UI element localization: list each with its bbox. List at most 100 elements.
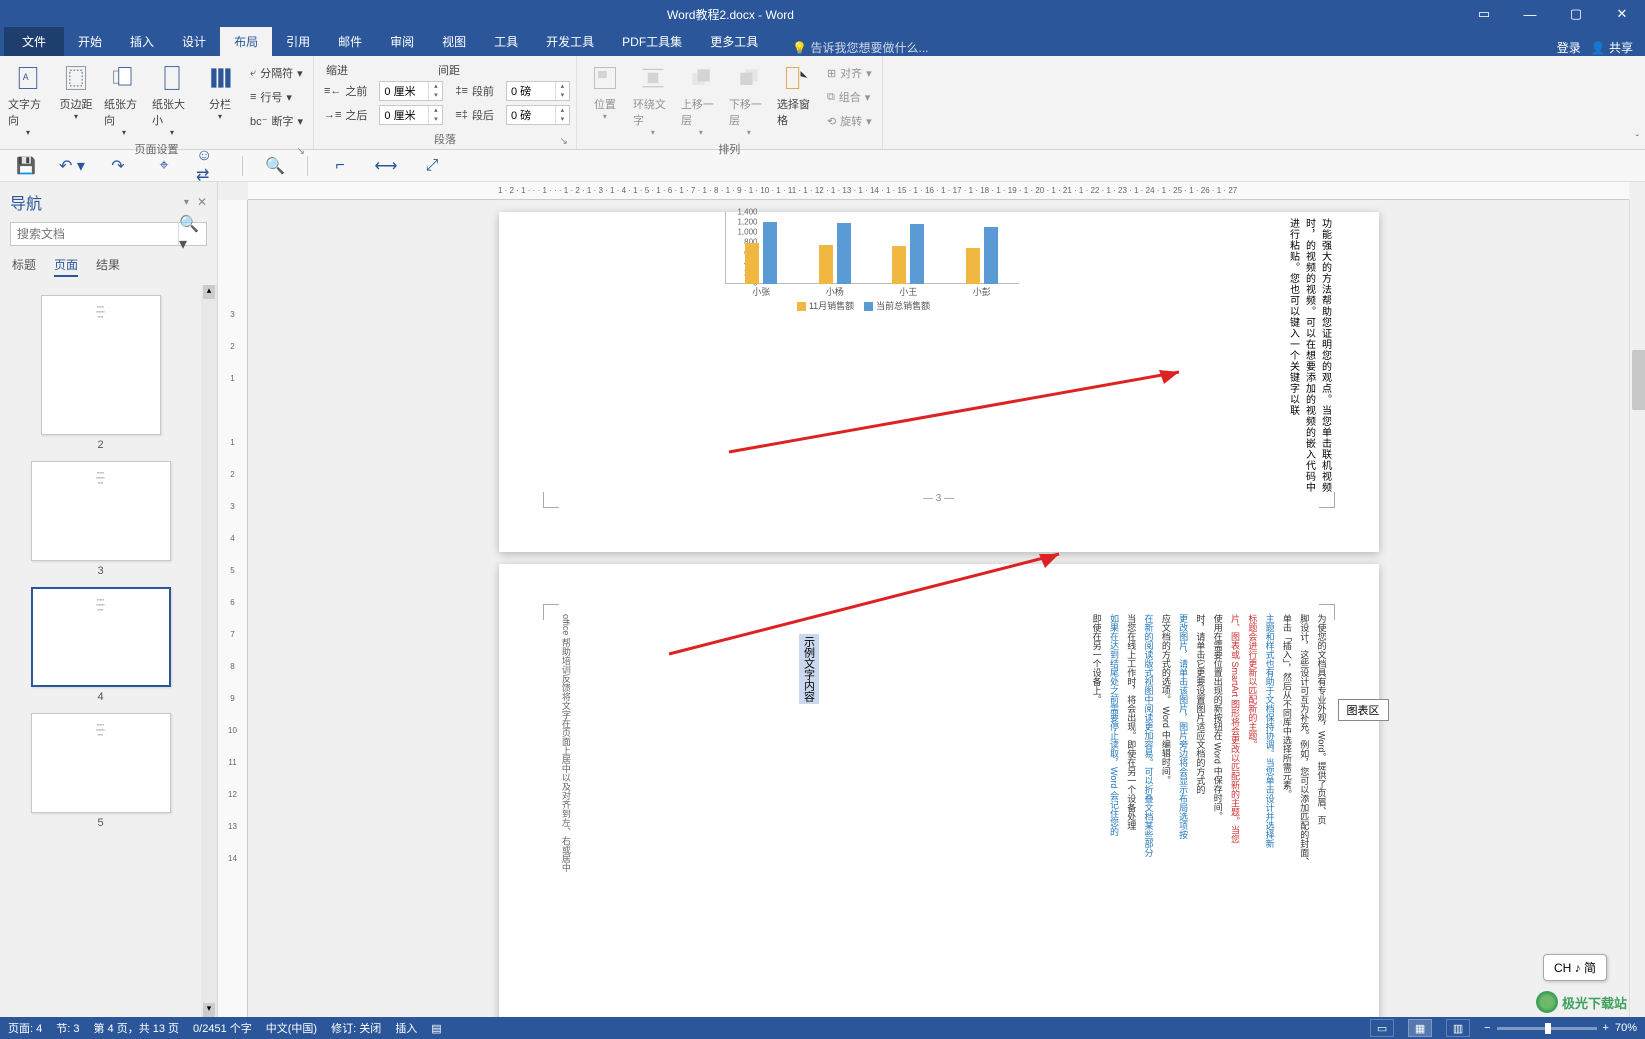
status-page[interactable]: 页面: 4	[8, 1020, 42, 1036]
position-button[interactable]: 位置▾	[583, 60, 627, 123]
collapse-ribbon-icon[interactable]: ˇ	[1636, 134, 1639, 145]
page-3[interactable]: 02004006008001,0001,2001,400小张小杨小王小彭11月销…	[499, 212, 1379, 552]
maximize-button[interactable]: ▢	[1553, 0, 1599, 28]
nav-tab-pages[interactable]: 页面	[54, 256, 78, 277]
login-link[interactable]: 登录	[1557, 39, 1581, 56]
tab-view[interactable]: 视图	[428, 27, 480, 56]
indent-right-input[interactable]: ▴▾	[379, 105, 443, 125]
vertical-scrollbar[interactable]	[1629, 200, 1645, 1017]
columns-button[interactable]: 分栏▾	[198, 60, 242, 123]
rotate-button[interactable]: ⟲ 旋转 ▾	[823, 110, 876, 132]
page4-text-columns: 为使您的文档具有专业外观，Word。提供了页眉、页脚设计，这些设计可互为补充。例…	[1088, 614, 1328, 994]
text-column: 片、图表或 SmartArt 图形将会更改以匹配新的主题。当您	[1227, 614, 1242, 994]
view-read-icon[interactable]: ▭	[1370, 1019, 1394, 1037]
status-track-changes[interactable]: 修订: 关闭	[331, 1020, 381, 1036]
status-word-count[interactable]: 0/2451 个字	[193, 1020, 252, 1036]
text-column: 应文档的方式的选项。 Word 中编辑时间。	[1158, 614, 1173, 994]
align-button[interactable]: ⊞ 对齐 ▾	[823, 62, 876, 84]
status-language[interactable]: 中文(中国)	[266, 1020, 317, 1036]
text-column: 即使在另一个设备上。	[1088, 614, 1103, 994]
zoom-in-icon[interactable]: +	[1603, 1022, 1609, 1034]
status-section[interactable]: 节: 3	[56, 1020, 79, 1036]
tab-developer[interactable]: 开发工具	[532, 27, 608, 56]
hyphenation-button[interactable]: bc⁻ 断字 ▾	[246, 110, 307, 132]
document-area: 1 · 2 · 1 · · · 1 · · · 1 · 2 · 1 · 3 · …	[218, 182, 1645, 1017]
tab-file[interactable]: 文件	[4, 27, 64, 56]
document-scroll[interactable]: 02004006008001,0001,2001,400小张小杨小王小彭11月销…	[248, 200, 1629, 1017]
view-print-icon[interactable]: ▦	[1408, 1019, 1432, 1037]
tab-tools[interactable]: 工具	[480, 27, 532, 56]
close-button[interactable]: ✕	[1599, 0, 1645, 28]
thumbnail-page-4[interactable]: ▪▪▪▪▪▪▪▪▪▪▪▪▪▪▪4	[31, 587, 171, 703]
nav-search-input[interactable]: 🔍▾	[10, 222, 207, 246]
breaks-button[interactable]: ⤶ 分隔符 ▾	[246, 62, 307, 84]
ribbon-display-options-icon[interactable]: ▭	[1461, 0, 1507, 28]
watermark-logo-icon	[1536, 991, 1558, 1013]
text-column: 标题会进行更新以匹配新的主题。	[1244, 614, 1259, 994]
orientation-button[interactable]: 纸张方向▾	[102, 60, 146, 139]
ruler-icon[interactable]: ⟷	[372, 154, 400, 178]
margins-button[interactable]: 页边距▾	[54, 60, 98, 123]
send-backward-button[interactable]: 下移一层▾	[727, 60, 771, 139]
selection-pane-button[interactable]: 选择窗格	[775, 60, 819, 130]
page-4[interactable]: office 帮助培训反馈将文字在页面上居中以及对齐到左、右或居中 示例文字内容…	[499, 564, 1379, 1017]
page-setup-launcher-icon[interactable]: ↘	[297, 146, 305, 157]
indent-left-input[interactable]: ▴▾	[379, 81, 443, 101]
wrap-text-button[interactable]: 环绕文字▾	[631, 60, 675, 139]
vertical-ruler[interactable]: 3211234567891011121314	[218, 200, 248, 1017]
nav-close-icon[interactable]: ✕	[197, 195, 207, 209]
nav-scrollbar[interactable]: ▴ ▾	[201, 285, 217, 1017]
zoom-slider[interactable]	[1497, 1027, 1597, 1030]
thumbnail-page-5[interactable]: ▪▪▪▪▪▪▪▪▪▪▪▪▪▪▪5	[31, 713, 171, 829]
tab-more[interactable]: 更多工具	[696, 27, 772, 56]
nav-tab-headings[interactable]: 标题	[12, 256, 36, 277]
minimize-button[interactable]: —	[1507, 0, 1553, 28]
text-column: 为使您的文档具有专业外观，Word。提供了页眉、页	[1313, 614, 1328, 994]
text-column: 使用在需要位置出现的新按钮在 Word 中保存时间。	[1209, 614, 1224, 994]
text-direction-button[interactable]: A文字方向▾	[6, 60, 50, 139]
tab-review[interactable]: 审阅	[376, 27, 428, 56]
spacing-after-input[interactable]: ▴▾	[506, 105, 570, 125]
tab-layout[interactable]: 布局	[220, 27, 272, 56]
group-label-paragraph: 段落	[434, 134, 456, 146]
line-numbers-button[interactable]: ≡ 行号 ▾	[246, 86, 307, 108]
nav-dropdown-icon[interactable]: ▾	[184, 197, 189, 208]
tab-stops-icon[interactable]: ⌐	[326, 154, 354, 178]
ime-indicator[interactable]: CH ♪ 简	[1543, 954, 1607, 981]
tab-pdf[interactable]: PDF工具集	[608, 27, 696, 56]
zoom-level[interactable]: 70%	[1615, 1022, 1637, 1034]
group-label-page-setup: 页面设置	[134, 144, 178, 156]
paragraph-launcher-icon[interactable]: ↘	[560, 136, 568, 147]
page4-selected-text[interactable]: 示例文字内容	[799, 634, 819, 704]
chart[interactable]: 02004006008001,0001,2001,400小张小杨小王小彭11月销…	[689, 212, 1029, 312]
bring-forward-button[interactable]: 上移一层▾	[679, 60, 723, 139]
horizontal-ruler[interactable]: 1 · 2 · 1 · · · 1 · · · 1 · 2 · 1 · 3 · …	[248, 182, 1629, 200]
ribbon-tabs: 文件 开始 插入 设计 布局 引用 邮件 审阅 视图 工具 开发工具 PDF工具…	[0, 28, 1645, 56]
view-web-icon[interactable]: ▥	[1446, 1019, 1470, 1037]
watermark: 极光下载站	[1536, 991, 1627, 1013]
spacing-before-input[interactable]: ▴▾	[506, 81, 570, 101]
thumbnail-page-3[interactable]: ▪▪▪▪▪▪▪▪▪▪▪▪▪▪▪3	[31, 461, 171, 577]
window-title: Word教程2.docx - Word	[0, 6, 1461, 23]
group-button[interactable]: ⧉ 组合 ▾	[823, 86, 876, 108]
status-insert-mode[interactable]: 插入	[395, 1020, 417, 1036]
outline-icon[interactable]: ⤢	[418, 154, 446, 178]
tab-references[interactable]: 引用	[272, 27, 324, 56]
page3-text-column: 功能强大的方法帮助您证明您的观点。当您单击联机视频时，的视频的视频。可以在想要添…	[1285, 218, 1333, 498]
tab-home[interactable]: 开始	[64, 27, 116, 56]
nav-tab-results[interactable]: 结果	[96, 256, 120, 277]
share-button[interactable]: 👤 共享	[1591, 39, 1633, 56]
zoom-out-icon[interactable]: −	[1484, 1022, 1490, 1034]
thumbnail-page-2[interactable]: ▪▪▪▪▪▪▪▪▪▪▪▪▪▪▪2	[31, 295, 171, 451]
nav-title: 导航	[10, 190, 184, 214]
size-button[interactable]: 纸张大小▾	[150, 60, 194, 139]
tab-design[interactable]: 设计	[168, 27, 220, 56]
text-column: 当您在线上工作时，将会出现。即使在另一个设备处理	[1123, 614, 1138, 994]
tab-mailings[interactable]: 邮件	[324, 27, 376, 56]
tell-me-field[interactable]: 💡 告诉我您想要做什么...	[772, 39, 928, 56]
navigation-pane: 导航 ▾ ✕ 🔍▾ 标题 页面 结果 ▪▪▪▪▪▪▪▪▪▪▪▪▪▪▪2▪▪▪▪▪…	[0, 182, 218, 1017]
status-page-of[interactable]: 第 4 页，共 13 页	[93, 1020, 179, 1036]
nav-thumbnails: ▪▪▪▪▪▪▪▪▪▪▪▪▪▪▪2▪▪▪▪▪▪▪▪▪▪▪▪▪▪▪3▪▪▪▪▪▪▪▪…	[0, 285, 201, 1017]
search-icon[interactable]: 🔍▾	[178, 223, 206, 245]
tab-insert[interactable]: 插入	[116, 27, 168, 56]
